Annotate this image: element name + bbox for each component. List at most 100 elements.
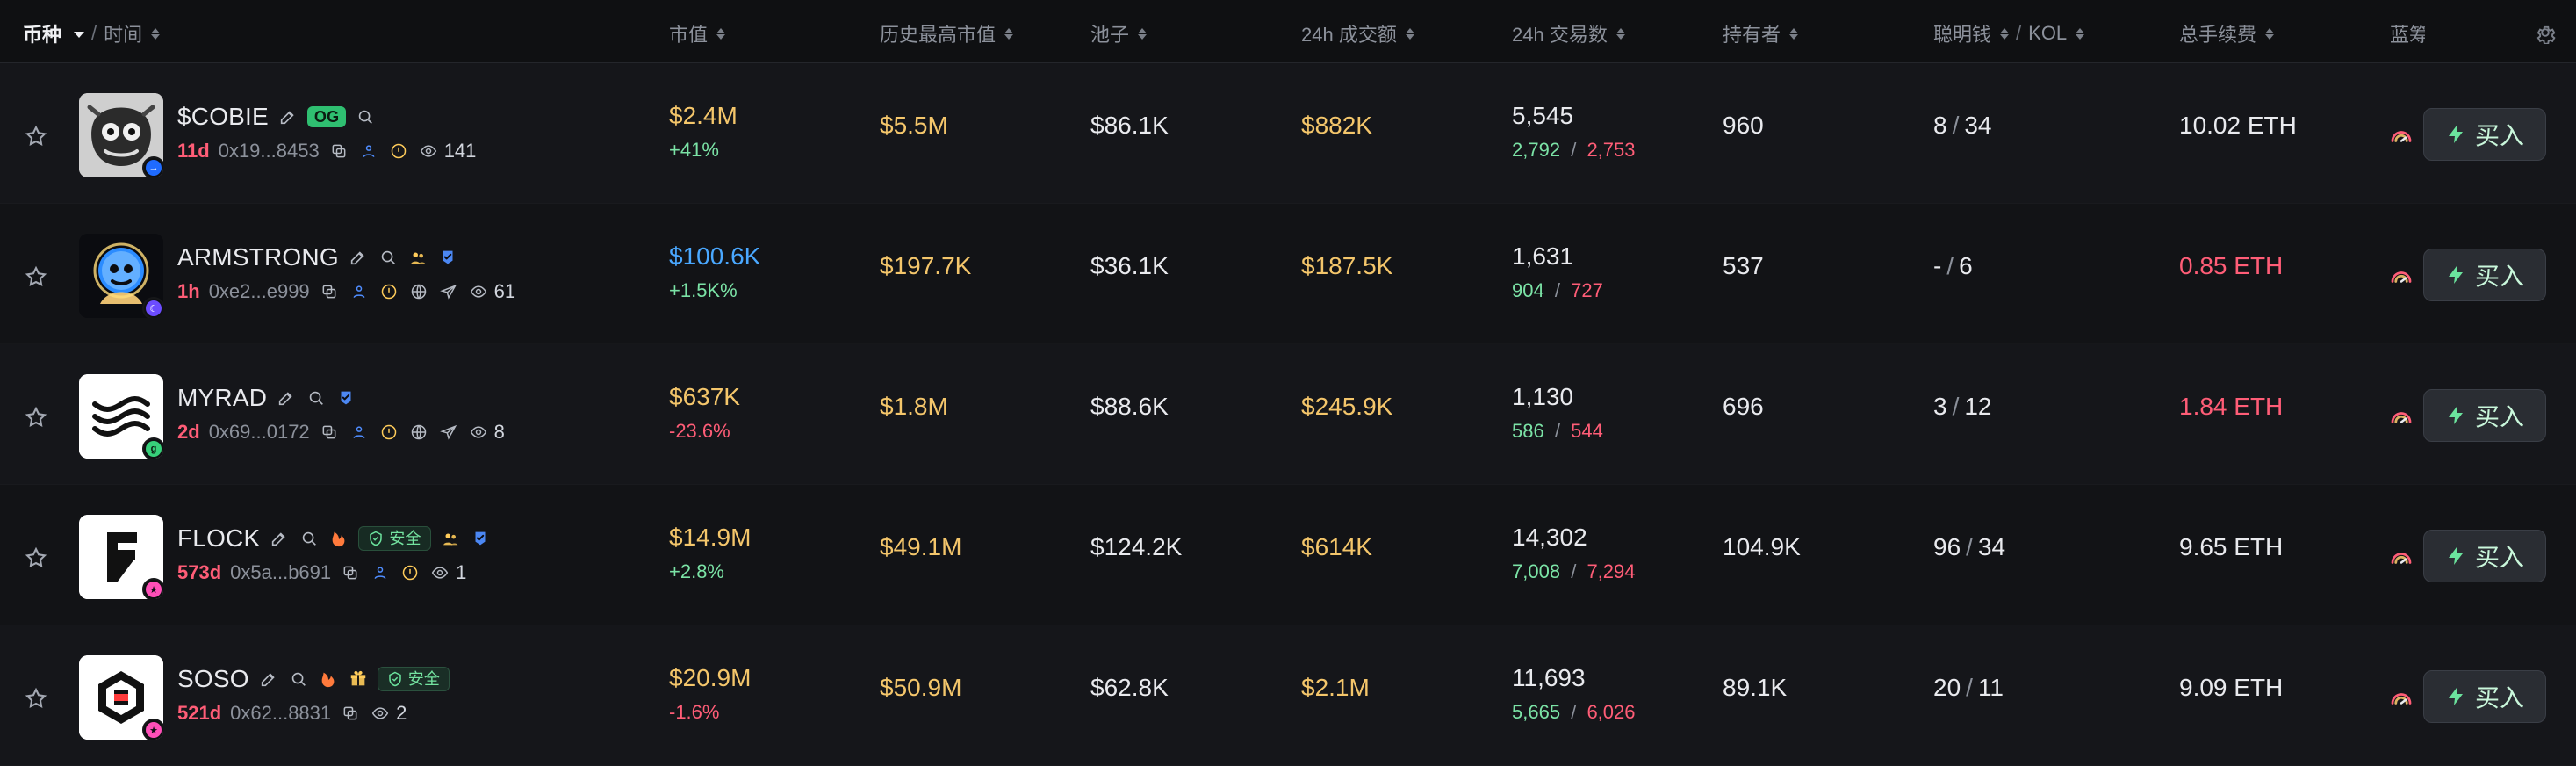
tx24h-value: 1,130 <box>1512 383 1574 410</box>
search-icon[interactable] <box>378 247 399 268</box>
search-icon[interactable] <box>306 387 327 408</box>
bolt-icon <box>2445 405 2466 426</box>
token-symbol[interactable]: ARMSTRONG <box>177 243 339 271</box>
dropdown-caret-icon[interactable] <box>74 31 85 38</box>
sort-icon[interactable] <box>151 27 161 40</box>
pencil-icon[interactable] <box>258 668 279 690</box>
safe-label: 安全 <box>407 670 441 688</box>
globe-icon[interactable] <box>408 281 429 302</box>
telegram-icon[interactable] <box>438 422 459 443</box>
header-coin[interactable]: 币种 <box>23 19 61 47</box>
buy-button[interactable]: 买入 <box>2423 670 2546 723</box>
gear-icon[interactable] <box>2534 21 2557 44</box>
header-ath-cell[interactable]: 历史最高市值 <box>880 19 1014 47</box>
user-icon[interactable] <box>370 562 391 583</box>
token-meta-line: 11d 0x19...8453 141 <box>177 139 669 163</box>
pencil-icon[interactable] <box>276 387 297 408</box>
alert-icon[interactable] <box>388 141 409 162</box>
token-address[interactable]: 0x19...8453 <box>219 140 320 163</box>
star-icon[interactable] <box>23 685 49 712</box>
alert-icon[interactable] <box>378 422 399 443</box>
header-pool-cell[interactable]: 池子 <box>1090 19 1148 47</box>
header-fees-cell[interactable]: 总手续费 <box>2179 19 2275 47</box>
header-smart-kol-cell[interactable]: 聪明钱 / KOL <box>1933 19 2085 47</box>
verified-icon[interactable] <box>437 247 458 268</box>
pencil-icon[interactable] <box>348 247 369 268</box>
fees-value: 9.65 ETH <box>2179 533 2284 560</box>
users-icon[interactable] <box>407 247 428 268</box>
token-info: $COBIE OG 11d 0x19...8453 141 <box>177 102 669 163</box>
token-address[interactable]: 0xe2...e999 <box>209 280 310 303</box>
user-icon[interactable] <box>358 141 379 162</box>
holders-value: 537 <box>1723 252 1764 279</box>
vol-cell: $2.1M <box>1301 674 1370 702</box>
fire-icon[interactable] <box>318 668 339 690</box>
token-symbol[interactable]: MYRAD <box>177 384 267 412</box>
token-symbol[interactable]: SOSO <box>177 665 249 693</box>
buy-button[interactable]: 买入 <box>2423 249 2546 301</box>
star-icon[interactable] <box>23 123 49 149</box>
table-row[interactable]: → $COBIE OG 11d 0x19...8453 141 $2.4M +4… <box>0 63 2576 204</box>
avatar[interactable]: ★ <box>79 655 163 740</box>
user-icon[interactable] <box>349 281 370 302</box>
mcap-cell: $20.9M -1.6% <box>669 664 751 724</box>
avatar[interactable]: ★ <box>79 515 163 599</box>
fire-icon[interactable] <box>328 528 349 549</box>
mcap-change: +41% <box>669 139 719 161</box>
gift-icon[interactable] <box>348 668 369 690</box>
holders-cell: 960 <box>1723 112 1764 140</box>
pencil-icon[interactable] <box>277 106 299 127</box>
sort-icon <box>2076 27 2085 40</box>
buy-button[interactable]: 买入 <box>2423 530 2546 582</box>
verified-icon[interactable] <box>470 528 491 549</box>
copy-icon[interactable] <box>340 562 361 583</box>
header-tx-cell[interactable]: 24h 交易数 <box>1512 19 1625 47</box>
users-icon[interactable] <box>440 528 461 549</box>
buy-button[interactable]: 买入 <box>2423 389 2546 442</box>
table-row[interactable]: g MYRAD 2d 0x69...0172 8 $637K -23.6% $1… <box>0 344 2576 485</box>
copy-icon[interactable] <box>340 703 361 724</box>
holders-cell: 89.1K <box>1723 674 1787 702</box>
pool-value: $88.6K <box>1090 393 1169 420</box>
avatar[interactable]: ☾ <box>79 234 163 318</box>
ath-mcap-value: $49.1M <box>880 533 962 560</box>
header-holders-cell[interactable]: 持有者 <box>1723 19 1799 47</box>
chain-badge: g <box>142 437 163 459</box>
search-icon[interactable] <box>355 106 376 127</box>
globe-icon[interactable] <box>408 422 429 443</box>
table-row[interactable]: ☾ ARMSTRONG 1h 0xe2...e999 61 $100.6K +1… <box>0 204 2576 344</box>
alert-icon[interactable] <box>378 281 399 302</box>
token-address[interactable]: 0x5a...b691 <box>230 561 331 584</box>
table-row[interactable]: ★ FLOCK 安全 573d 0x5a...b691 1 $14.9M +2.… <box>0 485 2576 625</box>
table-row[interactable]: ★ SOSO 安全 521d 0x62...8831 2 $20.9M -1.6… <box>0 625 2576 766</box>
verified-icon[interactable] <box>335 387 356 408</box>
avatar[interactable]: g <box>79 374 163 459</box>
star-icon[interactable] <box>23 264 49 290</box>
table-header: 币种 / 时间 市值 历史最高市值 池子 24h 成交额 24h 交易数 持有者… <box>0 0 2576 63</box>
copy-icon[interactable] <box>328 141 349 162</box>
copy-icon[interactable] <box>319 422 340 443</box>
token-name-line: ARMSTRONG <box>177 242 669 272</box>
telegram-icon[interactable] <box>438 281 459 302</box>
alert-icon[interactable] <box>399 562 421 583</box>
header-time[interactable]: 时间 <box>104 19 142 47</box>
buy-button[interactable]: 买入 <box>2423 108 2546 161</box>
user-icon[interactable] <box>349 422 370 443</box>
star-icon[interactable] <box>23 545 49 571</box>
search-icon[interactable] <box>299 528 320 549</box>
vol24h-value: $882K <box>1301 112 1372 139</box>
token-address[interactable]: 0x62...8831 <box>230 702 331 725</box>
smart-money: 96 <box>1933 533 1961 560</box>
search-icon[interactable] <box>288 668 309 690</box>
pencil-icon[interactable] <box>269 528 290 549</box>
header-vol-cell[interactable]: 24h 成交额 <box>1301 19 1414 47</box>
header-clipped-cell[interactable]: 蓝筹 <box>2390 19 2425 47</box>
header-mcap-cell[interactable]: 市值 <box>669 19 726 47</box>
token-address[interactable]: 0x69...0172 <box>209 421 310 444</box>
avatar[interactable]: → <box>79 93 163 177</box>
token-symbol[interactable]: FLOCK <box>177 524 260 553</box>
token-symbol[interactable]: $COBIE <box>177 103 269 131</box>
copy-icon[interactable] <box>319 281 340 302</box>
star-icon[interactable] <box>23 404 49 430</box>
fees-cell: 1.84 ETH <box>2179 393 2283 421</box>
